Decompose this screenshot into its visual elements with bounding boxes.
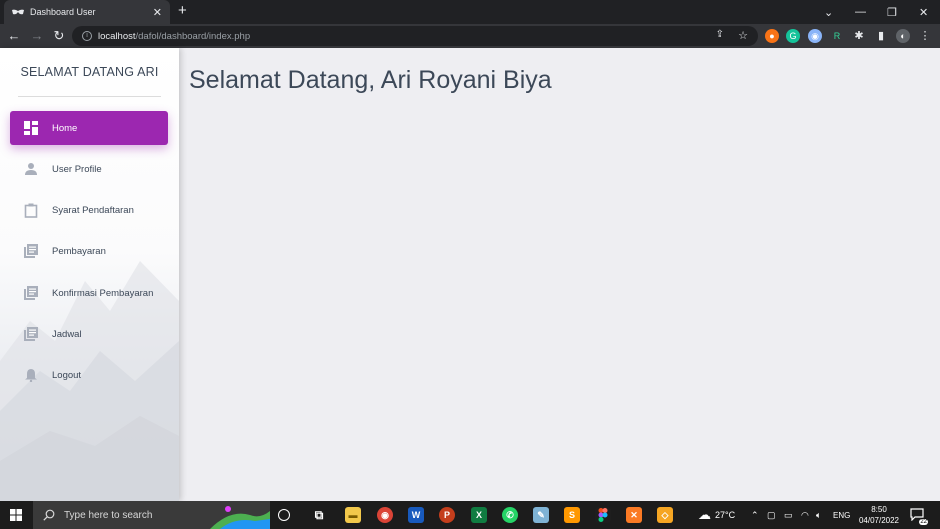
tray-overflow-chevron-icon[interactable]: ⌃	[751, 501, 759, 529]
mask-favicon-icon	[12, 9, 24, 15]
sidebar-item-logout[interactable]: Logout	[10, 358, 168, 392]
library-books-icon	[23, 286, 38, 301]
library-books-icon	[23, 327, 38, 342]
notification-count-badge: 22	[919, 519, 928, 525]
kebab-menu-icon[interactable]: ⋮	[918, 29, 932, 43]
sidebar-item-home[interactable]: Home	[10, 111, 168, 145]
clock-time: 8:50	[871, 505, 887, 514]
file-explorer-icon[interactable]: ▬	[345, 507, 361, 523]
sidebar-item-label: Home	[52, 122, 78, 134]
cloud-icon: ☁	[698, 507, 711, 522]
figma-icon[interactable]	[595, 507, 611, 523]
sidebar-brand[interactable]: SELAMAT DATANG ARI	[0, 65, 179, 79]
tab-close-icon[interactable]: ✕	[153, 6, 162, 19]
browser-tab[interactable]: Dashboard User ✕	[4, 0, 170, 24]
clock-date: 04/07/2022	[858, 516, 900, 525]
bookmark-star-icon[interactable]: ☆	[738, 29, 748, 42]
library-books-icon	[23, 244, 38, 259]
chrome-icon[interactable]: ◉	[377, 507, 393, 523]
sidebar-item-label: User Profile	[52, 163, 102, 175]
new-tab-button[interactable]: +	[178, 3, 187, 19]
avatar[interactable]: ◐	[896, 29, 910, 43]
reload-icon[interactable]: ↻	[51, 28, 67, 44]
page-viewport: SELAMAT DATANG ARI Home User Profile Sya…	[0, 48, 940, 501]
browser-toolbar: ← → ↻ i localhost/dafol/dashboard/index.…	[0, 24, 940, 48]
search-icon	[43, 509, 55, 521]
meet-now-icon[interactable]: ▢	[767, 501, 776, 529]
sidebar-item-konfirmasi-pembayaran[interactable]: Konfirmasi Pembayaran	[10, 276, 168, 310]
close-window-button[interactable]: ✕	[919, 0, 928, 24]
url-host: localhost	[98, 30, 136, 42]
sidebar-item-label: Pembayaran	[52, 245, 106, 257]
xampp-icon[interactable]: ✕	[626, 507, 642, 523]
sidebar-item-label: Konfirmasi Pembayaran	[52, 287, 154, 299]
windows-start-icon[interactable]	[10, 509, 22, 521]
sidebar-item-pembayaran[interactable]: Pembayaran	[10, 234, 168, 268]
share-icon[interactable]: ⇪	[716, 29, 724, 40]
restore-button[interactable]: ❐	[887, 0, 897, 24]
extension-icon[interactable]: ◉	[808, 29, 822, 43]
windows-taskbar: Type here to search ⧉ ▬ ◉ W P X ✆ ✎ S ✕ …	[0, 501, 940, 529]
task-view-icon[interactable]: ⧉	[311, 507, 327, 523]
person-icon	[23, 162, 38, 177]
word-icon[interactable]: W	[408, 507, 424, 523]
battery-icon[interactable]: ▭	[784, 501, 793, 529]
notification-center-button[interactable]: 22	[910, 507, 928, 525]
grammarly-icon[interactable]: G	[786, 29, 800, 43]
taskbar-clock[interactable]: 8:50 04/07/2022	[855, 504, 903, 526]
tab-title: Dashboard User	[30, 7, 96, 17]
sublime-text-icon[interactable]: S	[564, 507, 580, 523]
puzzle-extensions-icon[interactable]: ✱	[852, 29, 866, 43]
clipboard-icon	[23, 203, 38, 218]
page-title: Selamat Datang, Ari Royani Biya	[189, 66, 552, 94]
tab-search-icon[interactable]: ⌄	[824, 0, 833, 24]
minimize-button[interactable]: —	[855, 0, 866, 24]
brand-divider	[18, 96, 161, 97]
dashboard-icon	[23, 121, 38, 136]
excel-icon[interactable]: X	[471, 507, 487, 523]
bell-icon	[23, 368, 38, 383]
whatsapp-icon[interactable]: ✆	[502, 507, 518, 523]
sidebar-item-label: Syarat Pendaftaran	[52, 204, 134, 216]
side-panel-icon[interactable]: ▮	[874, 29, 888, 43]
language-indicator[interactable]: ENG	[833, 501, 850, 529]
sidebar-item-label: Jadwal	[52, 328, 82, 340]
sidebar-item-label: Logout	[52, 369, 82, 381]
url-path: /dafol/dashboard/index.php	[135, 30, 251, 42]
back-arrow-icon[interactable]: ←	[6, 28, 22, 44]
weather-widget[interactable]: ☁ 27°C	[698, 501, 735, 529]
sidebar: SELAMAT DATANG ARI Home User Profile Sya…	[0, 48, 179, 501]
address-bar[interactable]: i localhost/dafol/dashboard/index.php ⇪ …	[72, 26, 758, 46]
search-placeholder: Type here to search	[64, 509, 153, 521]
sidebar-item-syarat-pendaftaran[interactable]: Syarat Pendaftaran	[10, 193, 168, 227]
extension-icon[interactable]: ●	[765, 29, 779, 43]
forward-arrow-icon[interactable]: →	[29, 28, 45, 44]
powerpoint-icon[interactable]: P	[439, 507, 455, 523]
speaker-icon[interactable]: 🔈︎	[816, 501, 821, 529]
notepad-icon[interactable]: ✎	[533, 507, 549, 523]
app-icon[interactable]: ◇	[657, 507, 673, 523]
wifi-icon[interactable]: ◠	[801, 501, 809, 529]
sidebar-item-user-profile[interactable]: User Profile	[10, 152, 168, 186]
site-info-icon[interactable]: i	[82, 31, 92, 41]
browser-tab-strip: Dashboard User ✕ + ⌄ — ❐ ✕	[0, 0, 940, 24]
taskbar-search-input[interactable]: Type here to search	[33, 501, 270, 529]
cortana-icon[interactable]	[278, 509, 290, 521]
search-highlight-illustration	[210, 506, 270, 529]
sidebar-item-jadwal[interactable]: Jadwal	[10, 317, 168, 351]
weather-temperature: 27°C	[715, 510, 736, 520]
extension-icon[interactable]: R	[830, 29, 844, 43]
